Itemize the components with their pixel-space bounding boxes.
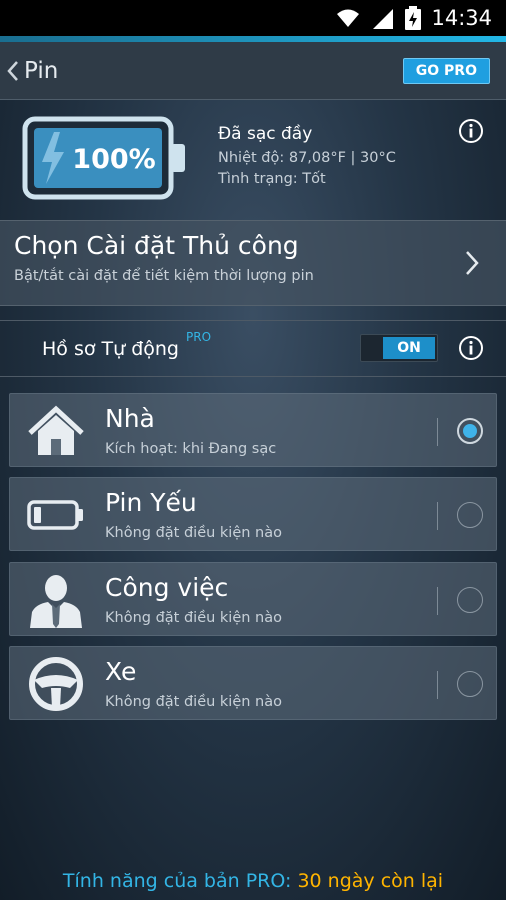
profile-condition: Không đặt điều kiện nào [105,610,283,626]
profile-condition: Không đặt điều kiện nào [105,694,283,710]
wifi-icon [337,9,360,27]
auto-profile-label: Hồ sơ Tự động [42,338,179,360]
page-title: Pin [24,57,59,84]
profile-condition: Không đặt điều kiện nào [105,525,283,541]
steering-wheel-icon [29,657,83,711]
profile-name: Xe [105,657,137,686]
house-icon [28,405,84,455]
separator [437,502,438,530]
chevron-right-icon [466,251,479,275]
profile-radio[interactable] [457,502,483,528]
action-bar: Pin GO PRO [0,42,506,100]
pro-trial-footer: Tính năng của bản PRO: 30 ngày còn lại [0,870,506,892]
separator [437,671,438,699]
divider [0,376,506,377]
manual-settings-title: Chọn Cài đặt Thủ công [14,231,299,260]
profile-item-home[interactable]: Nhà Kích hoạt: khi Đang sạc [9,393,497,467]
battery-temperature: Nhiệt độ: 87,08°F | 30°C [218,150,396,166]
profile-item-car[interactable]: Xe Không đặt điều kiện nào [9,646,497,720]
auto-profile-toggle[interactable]: ON [360,334,438,362]
battery-panel: 100% Đã sạc đầy Nhiệt độ: 87,08°F | 30°C… [0,102,506,220]
profile-radio-selected[interactable] [457,418,483,444]
profile-name: Pin Yếu [105,488,197,517]
profile-condition: Kích hoạt: khi Đang sạc [105,441,277,457]
separator [437,587,438,615]
auto-profile-info-icon[interactable] [458,335,484,361]
days-left-text: 30 ngày còn lại [297,870,444,892]
auto-profile-row: Hồ sơ Tự động PRO ON [0,324,506,374]
low-battery-icon [27,500,83,530]
pro-features-text: Tính năng của bản PRO: [62,870,292,892]
profile-item-low-battery[interactable]: Pin Yếu Không đặt điều kiện nào [9,477,497,551]
profile-name: Nhà [105,404,155,433]
clock: 14:34 [431,6,492,30]
divider [0,320,506,321]
battery-charging-icon [405,6,422,30]
battery-full-icon: 100% [22,116,185,200]
toggle-on-label: ON [383,337,435,359]
status-bar: 14:34 [0,0,506,36]
battery-percent: 100% [72,144,155,175]
chevron-left-icon [7,60,18,81]
manual-settings-row[interactable]: Chọn Cài đặt Thủ công Bật/tắt cài đặt để… [0,220,506,306]
businessman-icon [30,575,82,628]
back-button[interactable]: Pin [6,58,58,84]
profile-item-work[interactable]: Công việc Không đặt điều kiện nào [9,562,497,636]
separator [437,418,438,446]
signal-icon [373,9,394,29]
manual-settings-subtitle: Bật/tắt cài đặt để tiết kiệm thời lượng … [14,268,314,284]
profile-name: Công việc [105,573,229,602]
profile-radio[interactable] [457,671,483,697]
battery-condition: Tình trạng: Tốt [218,171,326,187]
profile-radio[interactable] [457,587,483,613]
info-icon[interactable] [458,118,484,144]
battery-status: Đã sạc đầy [218,124,313,144]
go-pro-button[interactable]: GO PRO [402,57,490,84]
pro-badge: PRO [186,330,212,344]
